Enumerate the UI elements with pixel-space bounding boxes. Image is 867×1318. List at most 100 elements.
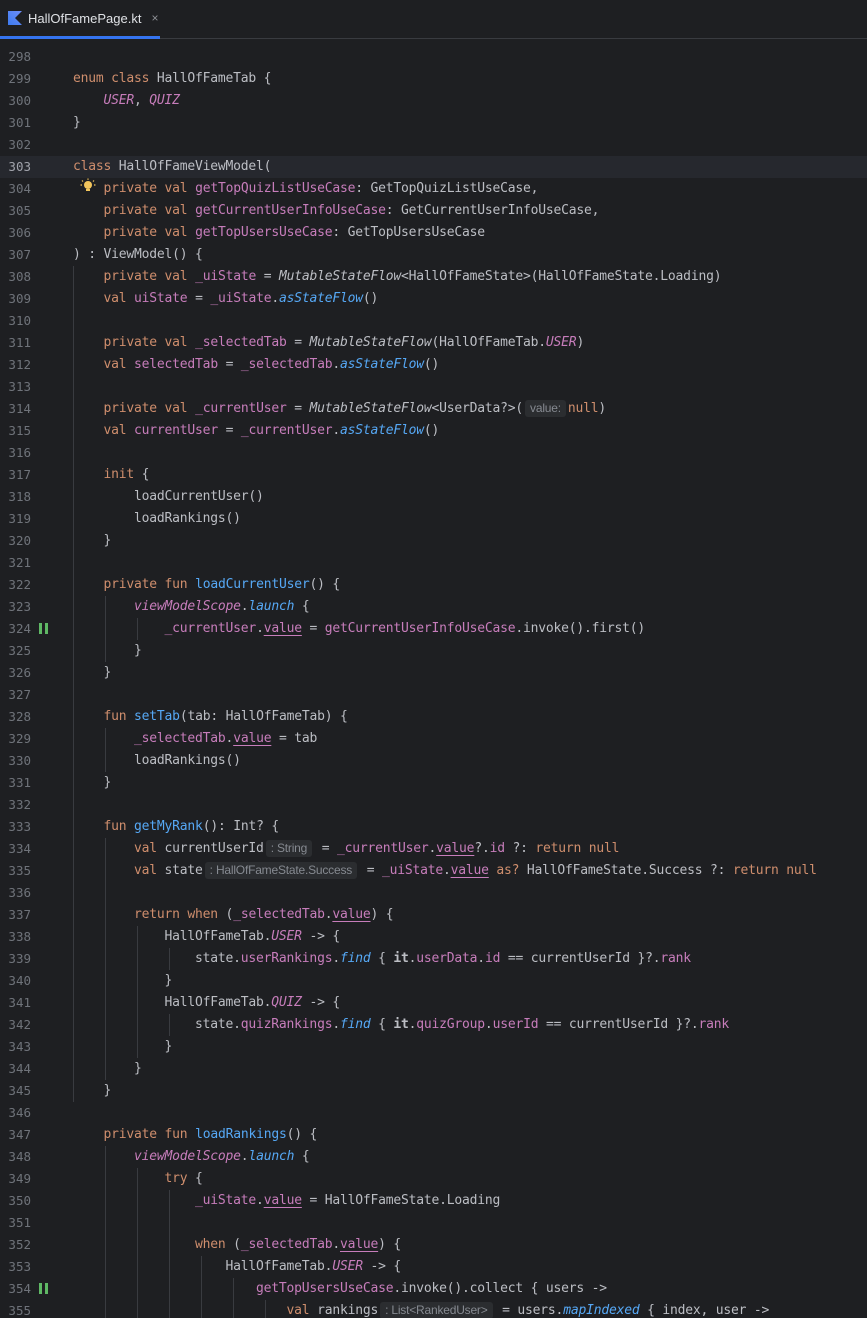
code-line-349[interactable]: 349 try { bbox=[0, 1168, 867, 1190]
code-line-321[interactable]: 321 bbox=[0, 552, 867, 574]
code-line-355[interactable]: 355 val rankings: List<RankedUser> = use… bbox=[0, 1300, 867, 1318]
line-number: 347 bbox=[8, 1127, 31, 1142]
code-line-347[interactable]: 347 private fun loadRankings() { bbox=[0, 1124, 867, 1146]
code-text: fun setTab(tab: HallOfFameTab) { bbox=[103, 709, 348, 724]
run-marker-icon[interactable] bbox=[39, 1283, 49, 1295]
code-text: USER, QUIZ bbox=[103, 93, 180, 108]
code-line-336[interactable]: 336 bbox=[0, 882, 867, 904]
line-number: 343 bbox=[8, 1039, 31, 1054]
code-line-317[interactable]: 317 init { bbox=[0, 464, 867, 486]
code-line-353[interactable]: 353 HallOfFameTab.USER -> { bbox=[0, 1256, 867, 1278]
code-line-315[interactable]: 315 val currentUser = _currentUser.asSta… bbox=[0, 420, 867, 442]
code-text: } bbox=[73, 775, 112, 790]
line-number: 330 bbox=[8, 753, 31, 768]
code-line-309[interactable]: 309 val uiState = _uiState.asStateFlow() bbox=[0, 288, 867, 310]
code-line-322[interactable]: 322 private fun loadCurrentUser() { bbox=[0, 574, 867, 596]
code-line-298[interactable]: 298 bbox=[0, 46, 867, 68]
line-number: 322 bbox=[8, 577, 31, 592]
code-line-346[interactable]: 346 bbox=[0, 1102, 867, 1124]
code-line-316[interactable]: 316 bbox=[0, 442, 867, 464]
line-number: 342 bbox=[8, 1017, 31, 1032]
code-line-320[interactable]: 320 } bbox=[0, 530, 867, 552]
code-line-313[interactable]: 313 bbox=[0, 376, 867, 398]
code-line-341[interactable]: 341 HallOfFameTab.QUIZ -> { bbox=[0, 992, 867, 1014]
code-text: private fun loadCurrentUser() { bbox=[103, 577, 341, 592]
code-text: ) : ViewModel() { bbox=[73, 247, 203, 262]
code-line-314[interactable]: 314 private val _currentUser = MutableSt… bbox=[0, 398, 867, 420]
code-line-337[interactable]: 337 return when (_selectedTab.value) { bbox=[0, 904, 867, 926]
code-line-310[interactable]: 310 bbox=[0, 310, 867, 332]
code-line-330[interactable]: 330 loadRankings() bbox=[0, 750, 867, 772]
indent-guide bbox=[137, 1168, 138, 1318]
code-line-301[interactable]: 301} bbox=[0, 112, 867, 134]
line-number: 349 bbox=[8, 1171, 31, 1186]
code-line-308[interactable]: 308 private val _uiState = MutableStateF… bbox=[0, 266, 867, 288]
indent-guide bbox=[105, 596, 106, 662]
line-number: 320 bbox=[8, 533, 31, 548]
line-number: 341 bbox=[8, 995, 31, 1010]
code-line-343[interactable]: 343 } bbox=[0, 1036, 867, 1058]
code-line-323[interactable]: 323 viewModelScope.launch { bbox=[0, 596, 867, 618]
code-text: } bbox=[73, 115, 81, 130]
line-number: 346 bbox=[8, 1105, 31, 1120]
code-line-340[interactable]: 340 } bbox=[0, 970, 867, 992]
code-line-305[interactable]: 305 private val getCurrentUserInfoUseCas… bbox=[0, 200, 867, 222]
code-line-306[interactable]: 306 private val getTopUsersUseCase: GetT… bbox=[0, 222, 867, 244]
code-text: private val _selectedTab = MutableStateF… bbox=[103, 335, 585, 350]
code-line-344[interactable]: 344 } bbox=[0, 1058, 867, 1080]
code-line-311[interactable]: 311 private val _selectedTab = MutableSt… bbox=[0, 332, 867, 354]
code-line-300[interactable]: 300 USER, QUIZ bbox=[0, 90, 867, 112]
code-line-331[interactable]: 331 } bbox=[0, 772, 867, 794]
line-number: 331 bbox=[8, 775, 31, 790]
line-number: 313 bbox=[8, 379, 31, 394]
code-line-312[interactable]: 312 val selectedTab = _selectedTab.asSta… bbox=[0, 354, 867, 376]
code-line-351[interactable]: 351 bbox=[0, 1212, 867, 1234]
code-editor[interactable]: 298 299 enum class HallOfFameTab {300 USER… bbox=[0, 45, 867, 1318]
code-line-352[interactable]: 352 when (_selectedTab.value) { bbox=[0, 1234, 867, 1256]
code-text: } bbox=[73, 1039, 173, 1054]
code-line-328[interactable]: 328 fun setTab(tab: HallOfFameTab) { bbox=[0, 706, 867, 728]
code-line-307[interactable]: 307) : ViewModel() { bbox=[0, 244, 867, 266]
run-marker-icon[interactable] bbox=[39, 623, 49, 635]
line-number: 344 bbox=[8, 1061, 31, 1076]
line-number: 345 bbox=[8, 1083, 31, 1098]
code-text: val selectedTab = _selectedTab.asStateFl… bbox=[103, 357, 440, 372]
line-number: 298 bbox=[8, 49, 31, 64]
code-line-332[interactable]: 332 bbox=[0, 794, 867, 816]
code-line-304[interactable]: 304 private val getTopQuizListUseCase: G… bbox=[0, 178, 867, 200]
code-line-348[interactable]: 348 viewModelScope.launch { bbox=[0, 1146, 867, 1168]
line-number: 304 bbox=[8, 181, 31, 196]
code-line-326[interactable]: 326 } bbox=[0, 662, 867, 684]
code-text: private fun loadRankings() { bbox=[103, 1127, 318, 1142]
code-line-329[interactable]: 329 _selectedTab.value = tab bbox=[0, 728, 867, 750]
close-tab-icon[interactable]: × bbox=[151, 11, 158, 25]
code-line-334[interactable]: 334 val currentUserId: String = _current… bbox=[0, 838, 867, 860]
code-text: } bbox=[73, 1083, 112, 1098]
code-text: viewModelScope.launch { bbox=[134, 1149, 310, 1164]
tab-hall-of-fame-page[interactable]: HallOfFamePage.kt × bbox=[0, 0, 160, 39]
code-line-335[interactable]: 335 val state: HallOfFameState.Success =… bbox=[0, 860, 867, 882]
code-line-345[interactable]: 345 } bbox=[0, 1080, 867, 1102]
code-line-342[interactable]: 342 state.quizRankings.find { it.quizGro… bbox=[0, 1014, 867, 1036]
code-text: _currentUser.value = getCurrentUserInfoU… bbox=[164, 621, 646, 636]
code-line-338[interactable]: 338 HallOfFameTab.USER -> { bbox=[0, 926, 867, 948]
line-number: 332 bbox=[8, 797, 31, 812]
code-line-354[interactable]: 354 getTopUsersUseCase.invoke().collect … bbox=[0, 1278, 867, 1300]
code-line-299[interactable]: 299 enum class HallOfFameTab { bbox=[0, 68, 867, 90]
lightbulb-icon[interactable] bbox=[80, 178, 96, 194]
code-line-325[interactable]: 325 } bbox=[0, 640, 867, 662]
line-number: 310 bbox=[8, 313, 31, 328]
code-text: fun getMyRank(): Int? { bbox=[103, 819, 280, 834]
line-number: 339 bbox=[8, 951, 31, 966]
code-line-318[interactable]: 318 loadCurrentUser() bbox=[0, 486, 867, 508]
code-line-302[interactable]: 302 bbox=[0, 134, 867, 156]
line-number: 351 bbox=[8, 1215, 31, 1230]
code-line-327[interactable]: 327 bbox=[0, 684, 867, 706]
code-line-324[interactable]: 324 _currentUser.value = getCurrentUserI… bbox=[0, 618, 867, 640]
code-line-350[interactable]: 350 _uiState.value = HallOfFameState.Loa… bbox=[0, 1190, 867, 1212]
code-line-339[interactable]: 339 state.userRankings.find { it.userDat… bbox=[0, 948, 867, 970]
code-line-303[interactable]: 303 class HallOfFameViewModel( bbox=[0, 156, 867, 178]
code-line-319[interactable]: 319 loadRankings() bbox=[0, 508, 867, 530]
line-number: 303 bbox=[8, 159, 31, 174]
code-line-333[interactable]: 333 fun getMyRank(): Int? { bbox=[0, 816, 867, 838]
